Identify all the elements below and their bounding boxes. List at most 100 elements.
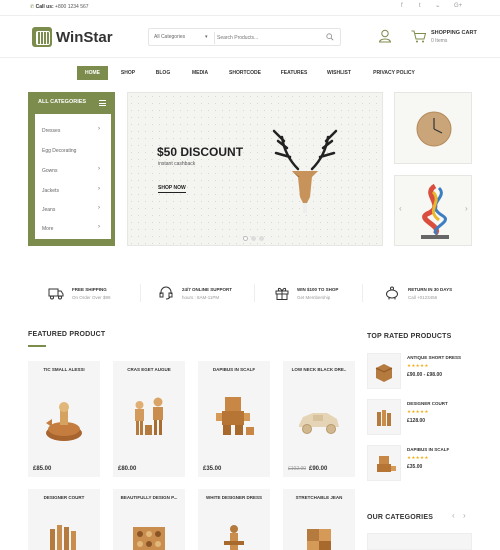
chevron-left-icon[interactable]: ‹ — [452, 511, 455, 520]
chevron-right-icon[interactable]: › — [463, 511, 466, 520]
search-divider — [214, 32, 215, 44]
top-rated-name[interactable]: DESIGNER COURT — [407, 401, 448, 406]
nav-features[interactable]: FEATURES — [277, 66, 311, 80]
service-title-support: 24/7 ONLINE SUPPORT — [182, 287, 233, 292]
rating-stars: ★★★★★ — [407, 455, 429, 460]
top-rated-thumb[interactable] — [367, 399, 401, 435]
product-name[interactable]: LOW NECK BLACK DRE.. — [283, 367, 355, 372]
menu-icon[interactable] — [99, 100, 106, 106]
service-subtitle-membership: Get Membership — [297, 295, 331, 300]
product-image[interactable] — [293, 379, 345, 451]
nav-shortcode[interactable]: SHORTCODE — [225, 66, 265, 80]
chevron-right-icon[interactable]: › — [98, 186, 100, 192]
category-item-dresses[interactable]: Dresses — [42, 128, 60, 134]
logo-icon[interactable] — [32, 27, 52, 47]
category-carousel[interactable] — [367, 533, 472, 550]
shop-now-button[interactable]: SHOP NOW — [158, 185, 186, 193]
brand-logo[interactable]: WinStar — [56, 29, 113, 46]
cart-item-count: 0 Items — [431, 38, 448, 44]
category-item-more[interactable]: More — [42, 226, 53, 232]
product-name[interactable]: WHITE DESIGNER DRESS — [198, 495, 270, 500]
search-input[interactable] — [217, 31, 317, 44]
product-price: £90.00 — [309, 466, 328, 472]
service-subtitle-shipping: On Order Over $99 — [72, 295, 111, 300]
deer-head-image — [272, 129, 338, 213]
product-image[interactable] — [38, 379, 90, 451]
chevron-right-icon[interactable]: › — [465, 204, 468, 213]
nav-home[interactable]: HOME — [77, 66, 108, 80]
twitter-icon[interactable]: t — [419, 3, 421, 9]
chevron-down-icon[interactable]: ▾ — [205, 34, 208, 40]
chevron-left-icon[interactable]: ‹ — [399, 204, 402, 213]
product-image[interactable] — [293, 507, 345, 550]
product-card[interactable]: TIC SMALL ALESSI £85.00 — [28, 361, 100, 477]
top-rated-thumb[interactable] — [367, 353, 401, 389]
product-image[interactable] — [123, 507, 175, 550]
product-name[interactable]: BEAUTIFULLY DESIGN P... — [113, 495, 185, 500]
chevron-right-icon[interactable]: › — [98, 126, 100, 132]
headset-icon — [159, 286, 173, 300]
featured-product-title: FEATURED PRODUCT — [28, 331, 106, 338]
top-bar: ✆ Call us: +800 1234 567 f t ⌁ G+ — [0, 0, 500, 16]
top-rated-thumb[interactable] — [367, 445, 401, 481]
nav-wishlist[interactable]: WISHLIST — [322, 66, 356, 80]
product-card[interactable]: DAPIBUS IN SCALF £35.00 — [198, 361, 270, 477]
service-title-membership: WIN $100 TO SHOP — [297, 287, 339, 292]
service-divider — [140, 284, 141, 302]
hero-banner[interactable]: $50 DISCOUNT instant cashback SHOP NOW — [127, 92, 383, 246]
product-name[interactable]: DESIGNER COURT — [28, 495, 100, 500]
nav-shop[interactable]: SHOP — [114, 66, 142, 80]
shopping-cart-icon[interactable] — [411, 30, 426, 43]
our-categories-title: OUR CATEGORIES — [367, 514, 434, 521]
user-icon[interactable] — [378, 29, 392, 43]
google-plus-icon[interactable]: G+ — [454, 3, 462, 9]
header-divider — [0, 57, 500, 58]
category-item-gowns[interactable]: Gowns — [42, 168, 58, 174]
banner-subtitle: instant cashback — [158, 161, 196, 167]
top-rated-title: TOP RATED PRODUCTS — [367, 333, 452, 340]
ribbon-sculpture-image[interactable]: ‹ › — [394, 175, 472, 246]
product-name[interactable]: DAPIBUS IN SCALF — [198, 367, 270, 372]
service-subtitle-support: hours : 8AM-11PM — [182, 295, 220, 300]
shopping-cart-label[interactable]: SHOPPING CART — [431, 30, 477, 36]
product-card[interactable]: WHITE DESIGNER DRESS — [198, 489, 270, 550]
product-name[interactable]: STRETCHABLE JEAN — [283, 495, 355, 500]
product-price: £85.00 — [33, 466, 52, 472]
search-icon[interactable] — [326, 33, 334, 41]
product-card[interactable]: CRAS EGET AUGUE £80.00 — [113, 361, 185, 477]
product-card[interactable]: DESIGNER COURT — [28, 489, 100, 550]
chevron-right-icon[interactable]: › — [98, 205, 100, 211]
phone-icon: ✆ — [30, 4, 35, 10]
category-item-egg-decorating[interactable]: Egg Decorating — [42, 148, 76, 154]
nav-media[interactable]: MEDIA — [185, 66, 215, 80]
product-card[interactable]: BEAUTIFULLY DESIGN P... — [113, 489, 185, 550]
top-rated-price: £90.00 - £98.00 — [407, 372, 443, 378]
slider-dot-1[interactable] — [243, 236, 248, 241]
clock-promo-image[interactable] — [394, 92, 472, 164]
nav-blog[interactable]: BLOG — [149, 66, 177, 80]
search-category-select[interactable]: All Categories — [154, 34, 185, 40]
top-rated-name[interactable]: DAPIBUS IN SCALF — [407, 447, 449, 452]
chevron-right-icon[interactable]: › — [98, 166, 100, 172]
product-card[interactable]: STRETCHABLE JEAN — [283, 489, 355, 550]
service-subtitle-return: Call +0123456 — [408, 295, 438, 300]
category-item-jackets[interactable]: Jackets — [42, 188, 59, 194]
product-name[interactable]: TIC SMALL ALESSI — [28, 367, 100, 372]
truck-icon — [48, 288, 64, 300]
product-image[interactable] — [123, 379, 175, 451]
product-image[interactable] — [208, 507, 260, 550]
slider-dot-3[interactable] — [259, 236, 264, 241]
chevron-right-icon[interactable]: › — [98, 224, 100, 230]
all-categories-title: ALL CATEGORIES — [38, 99, 87, 105]
product-image[interactable] — [38, 507, 90, 550]
nav-privacy-policy[interactable]: PRIVACY POLICY — [368, 66, 420, 80]
product-name[interactable]: CRAS EGET AUGUE — [113, 367, 185, 372]
product-price: £80.00 — [118, 466, 137, 472]
slider-dot-2[interactable] — [251, 236, 256, 241]
category-item-jeans[interactable]: Jeans — [42, 207, 55, 213]
top-rated-name[interactable]: ANTIQUE SHORT DRESS — [407, 355, 461, 360]
rss-icon[interactable]: ⌁ — [436, 3, 440, 10]
product-card[interactable]: LOW NECK BLACK DRE.. £102.00 £90.00 — [283, 361, 355, 477]
facebook-icon[interactable]: f — [401, 3, 403, 9]
product-image[interactable] — [208, 379, 260, 451]
